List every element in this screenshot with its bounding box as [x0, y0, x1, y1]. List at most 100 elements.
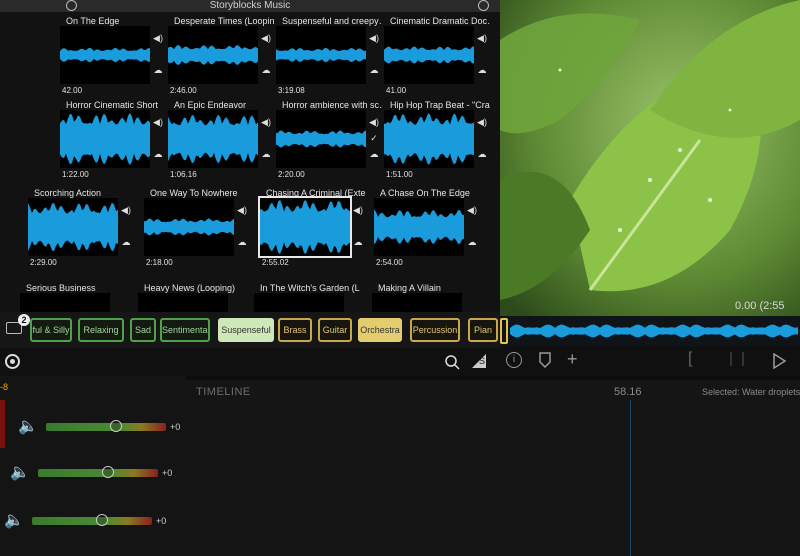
waveform-thumbnail[interactable] — [374, 198, 464, 256]
play-icon[interactable] — [772, 352, 787, 374]
tag-ful-silly[interactable]: ful & Silly — [30, 318, 72, 342]
tag-sentimental[interactable]: Sentimental — [160, 318, 210, 342]
track-tile[interactable]: Cinematic Dramatic Doc… ◀) ☁ 41.00 — [384, 14, 490, 98]
track-title: A Chase On The Edge — [380, 188, 470, 198]
speaker-icon[interactable]: ◀) — [352, 204, 364, 216]
more-options-icon[interactable] — [478, 0, 489, 11]
waveform-thumbnail[interactable] — [60, 110, 150, 168]
mixer-corner-value: -8 — [0, 382, 9, 392]
waveform-thumbnail[interactable] — [372, 293, 462, 313]
timeline-playhead-time: 58.16 — [614, 386, 642, 398]
volume-db-label: +0 — [156, 516, 167, 526]
speaker-icon[interactable]: ◀) — [260, 32, 272, 44]
speaker-icon[interactable]: ◀) — [476, 116, 488, 128]
track-title: Chasing A Criminal (Exte… — [266, 188, 366, 198]
track-tile[interactable]: Hip Hop Trap Beat - "Cra… ◀) ☁ 1:51.00 — [384, 98, 490, 182]
cloud-icon[interactable]: ☁ — [466, 236, 478, 248]
audio-scrub-strip[interactable] — [500, 316, 800, 346]
waveform-thumbnail[interactable] — [20, 293, 110, 313]
track-tile[interactable]: Desperate Times (Looping) ◀) ☁ 2:46.00 — [168, 14, 274, 98]
info-icon[interactable]: i — [506, 352, 522, 368]
volume-slider[interactable]: +0 — [38, 466, 178, 480]
track-title: On The Edge — [66, 16, 120, 26]
waveform-thumbnail[interactable] — [144, 198, 234, 256]
speaker-icon[interactable]: ◀) — [120, 204, 132, 216]
cloud-icon[interactable]: ☁ — [152, 148, 164, 160]
tag-guitar[interactable]: Guitar — [318, 318, 352, 342]
tag-relaxing[interactable]: Relaxing — [78, 318, 124, 342]
waveform-thumbnail[interactable] — [28, 198, 118, 256]
waveform-thumbnail[interactable] — [60, 26, 150, 84]
out-point-icon[interactable] — [730, 352, 744, 366]
track-tile[interactable]: On The Edge ◀) ☁ 42.00 — [60, 14, 164, 98]
cloud-icon[interactable]: ☁ — [260, 148, 272, 160]
tag-orchestra[interactable]: Orchestra — [358, 318, 402, 342]
cloud-icon[interactable]: ☁ — [352, 236, 364, 248]
waveform-thumbnail[interactable] — [384, 110, 474, 168]
add-icon[interactable]: + — [567, 350, 578, 368]
track-tile[interactable]: Horror ambience with sc… ◀) ☁ ✓ 2:20.00 — [276, 98, 382, 182]
video-preview[interactable] — [500, 0, 800, 316]
waveform-thumbnail[interactable] — [168, 26, 258, 84]
cloud-icon[interactable]: ☁ — [368, 148, 380, 160]
audio-mixer: -8 🔈 +0 🔈 +0 🔈 +0 — [0, 376, 186, 556]
marker-icon[interactable] — [538, 352, 552, 373]
speaker-icon[interactable]: 🔈 — [10, 462, 30, 482]
track-tile[interactable]: Chasing A Criminal (Exte… ◀) ☁ 2:55.02 — [258, 186, 366, 270]
tag-pian[interactable]: Pian — [468, 318, 498, 342]
cloud-icon[interactable]: ☁ — [152, 64, 164, 76]
speaker-icon[interactable]: 🔈 — [4, 510, 24, 530]
waveform-thumbnail[interactable] — [138, 293, 228, 313]
tag-sad[interactable]: Sad — [130, 318, 156, 342]
track-title: Heavy News (Looping) — [144, 283, 236, 293]
track-tile[interactable]: Suspenseful and creepy… ◀) ☁ 3:19.08 — [276, 14, 382, 98]
waveform-thumbnail[interactable] — [384, 26, 474, 84]
volume-db-label: +0 — [170, 422, 181, 432]
playhead-handle[interactable] — [500, 318, 508, 344]
cloud-icon[interactable]: ☁ — [120, 236, 132, 248]
cloud-icon[interactable]: ☁ — [476, 148, 488, 160]
waveform-thumbnail[interactable] — [276, 26, 366, 84]
waveform-thumbnail[interactable] — [168, 110, 258, 168]
track-duration: 2:20.00 — [278, 170, 305, 179]
filter-count-badge: 2 — [18, 314, 30, 326]
speaker-icon[interactable]: ◀) — [152, 116, 164, 128]
speaker-icon[interactable]: 🔈 — [18, 416, 38, 436]
speaker-icon[interactable]: ◀) — [152, 32, 164, 44]
track-title: Desperate Times (Looping) — [174, 16, 274, 26]
speaker-icon[interactable]: ◀) — [260, 116, 272, 128]
cloud-icon[interactable]: ☁ — [476, 64, 488, 76]
browser-bottom-bar: S — [0, 348, 500, 376]
speaker-icon[interactable]: ◀) — [236, 204, 248, 216]
waveform-thumbnail[interactable] — [276, 110, 366, 168]
record-icon[interactable] — [5, 354, 20, 369]
waveform-thumbnail[interactable] — [254, 293, 344, 313]
storyblocks-icon[interactable]: S — [470, 352, 488, 375]
track-tile[interactable]: Scorching Action ◀) ☁ 2:29.00 — [28, 186, 132, 270]
track-duration: 2:54.00 — [376, 258, 403, 267]
cloud-icon[interactable]: ☁ — [260, 64, 272, 76]
track-tile[interactable]: A Chase On The Edge ◀) ☁ 2:54.00 — [374, 186, 478, 270]
timeline-playhead[interactable] — [630, 400, 631, 556]
speaker-icon[interactable]: ◀) — [466, 204, 478, 216]
track-tile[interactable]: An Epic Endeavor ◀) ☁ 1:06.16 — [168, 98, 272, 182]
speaker-icon[interactable]: ◀) — [368, 116, 380, 128]
waveform-thumbnail[interactable] — [258, 196, 352, 258]
track-title: Cinematic Dramatic Doc… — [390, 16, 490, 26]
track-tile[interactable]: Horror Cinematic Short ◀) ☁ 1:22.00 — [60, 98, 164, 182]
track-tile[interactable]: One Way To Nowhere ◀) ☁ 2:18.00 — [144, 186, 248, 270]
tag-brass[interactable]: Brass — [278, 318, 312, 342]
volume-slider[interactable]: +0 — [46, 420, 186, 434]
tag-percussion[interactable]: Percussion — [410, 318, 460, 342]
cloud-icon[interactable]: ☁ — [236, 236, 248, 248]
timeline-selected-label: Selected: Water droplets — [702, 387, 800, 397]
tag-suspenseful[interactable]: Suspenseful — [218, 318, 274, 342]
track-title: One Way To Nowhere — [150, 188, 238, 198]
speaker-icon[interactable]: ◀) — [368, 32, 380, 44]
search-icon[interactable] — [444, 354, 460, 375]
speaker-icon[interactable]: ◀) — [476, 32, 488, 44]
volume-slider[interactable]: +0 — [32, 514, 172, 528]
timeline-pane[interactable] — [186, 380, 800, 556]
in-point-icon[interactable]: [ — [688, 350, 692, 368]
cloud-icon[interactable]: ☁ — [368, 64, 380, 76]
